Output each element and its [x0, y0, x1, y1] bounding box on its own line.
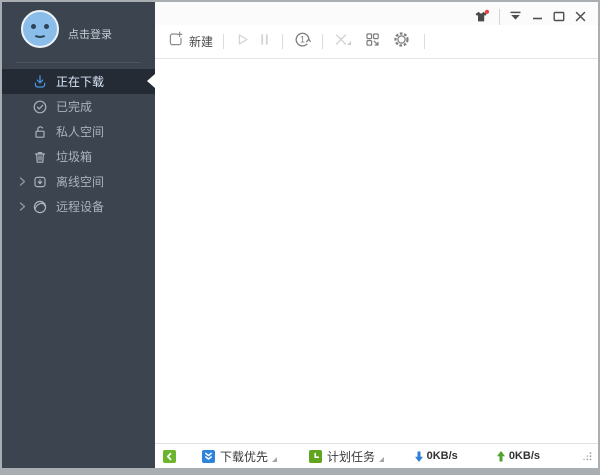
user-avatar[interactable]	[21, 10, 59, 48]
up-arrow-icon	[496, 450, 505, 461]
dropdown-triangle-icon	[379, 457, 385, 462]
upload-speed-value: 0KB/s	[508, 450, 540, 462]
download-priority-label: 下载优先	[220, 449, 269, 464]
start-button[interactable]	[231, 29, 254, 55]
profile-section[interactable]: 点击登录	[2, 2, 155, 62]
once-speedup-icon: 1	[293, 30, 312, 54]
once-speedup-button[interactable]: 1	[290, 28, 315, 56]
login-link[interactable]: 点击登录	[68, 26, 112, 42]
app-window: 点击登录 正在下载 已完成 私人空间 垃圾箱 离线空间 远程设备 新建 1 下载…	[0, 0, 600, 475]
toolbar: 新建 1	[155, 25, 598, 59]
sidebar-item-downloading[interactable]: 正在下载	[2, 69, 155, 94]
delete-button[interactable]	[330, 29, 355, 55]
remote-device-icon	[32, 199, 48, 215]
svg-text:1: 1	[300, 34, 305, 44]
sidebar-divider	[16, 62, 141, 63]
controls-divider	[499, 8, 500, 25]
download-speed-value: 0KB/s	[426, 450, 458, 462]
toolbar-divider	[322, 34, 324, 49]
scheduled-tasks-label: 计划任务	[327, 449, 376, 464]
new-task-icon	[167, 31, 184, 53]
sidebar-item-label: 已完成	[56, 100, 93, 114]
sidebar-item-trash[interactable]: 垃圾箱	[2, 144, 155, 169]
skin-shirt-icon[interactable]	[468, 7, 495, 26]
downloading-icon	[32, 74, 48, 90]
window-controls	[468, 7, 591, 26]
sidebar-item-offline-space[interactable]: 离线空间	[2, 169, 155, 194]
content-area: 新建 1 下载优先 计划任务 0KB/s 0KB/s	[147, 2, 598, 468]
sidebar: 点击登录 正在下载 已完成 私人空间 垃圾箱 离线空间 远程设备	[2, 2, 155, 468]
chevron-placeholder	[19, 102, 32, 111]
toolbar-divider	[424, 34, 426, 49]
trash-icon	[32, 149, 48, 165]
download-list-area[interactable]	[147, 59, 598, 443]
sidebar-item-remote-devices[interactable]: 远程设备	[2, 194, 155, 219]
check-circle-icon	[32, 99, 48, 115]
scheduled-tasks-icon	[309, 449, 323, 463]
avatar-eye	[44, 24, 49, 29]
minimize-icon[interactable]	[527, 9, 548, 24]
upload-speed-indicator: 0KB/s	[496, 450, 540, 462]
titlebar[interactable]	[155, 2, 598, 25]
grid-panel-icon	[364, 31, 381, 53]
avatar-mouth	[33, 29, 47, 38]
download-speed-indicator: 0KB/s	[414, 450, 458, 462]
sidebar-item-label: 垃圾箱	[56, 150, 93, 164]
sidebar-item-private-space[interactable]: 私人空间	[2, 119, 155, 144]
resize-grip[interactable]	[582, 451, 592, 461]
settings-gear-icon	[392, 30, 411, 54]
main-menu-icon[interactable]	[504, 9, 527, 24]
chevron-placeholder	[19, 127, 32, 136]
pause-button[interactable]	[254, 29, 275, 55]
sidebar-item-label: 离线空间	[56, 175, 105, 189]
sidebar-menu: 正在下载 已完成 私人空间 垃圾箱 离线空间 远程设备	[2, 69, 155, 219]
chevron-placeholder	[19, 152, 32, 161]
chevron-right-icon[interactable]	[19, 202, 32, 211]
offline-space-icon	[32, 174, 48, 190]
statusbar: 下载优先 计划任务 0KB/s 0KB/s	[155, 443, 598, 468]
settings-button[interactable]	[389, 28, 414, 56]
collapse-left-icon[interactable]	[163, 449, 176, 463]
new-task-label: 新建	[189, 35, 214, 49]
lock-icon	[32, 124, 48, 140]
toolbar-divider	[223, 34, 225, 49]
active-item-notch	[147, 74, 155, 88]
chevron-right-icon[interactable]	[19, 177, 32, 186]
dropdown-triangle-icon	[272, 457, 278, 462]
new-task-button[interactable]: 新建	[164, 29, 216, 55]
pause-icon	[257, 31, 272, 53]
sidebar-item-label: 私人空间	[56, 125, 105, 139]
scheduled-tasks-selector[interactable]: 计划任务	[309, 448, 385, 465]
sidebar-item-completed[interactable]: 已完成	[2, 94, 155, 119]
download-priority-selector[interactable]: 下载优先	[202, 448, 278, 465]
maximize-icon[interactable]	[548, 9, 570, 24]
delete-icon	[333, 31, 352, 53]
sidebar-item-label: 远程设备	[56, 200, 105, 214]
down-arrow-icon	[414, 451, 423, 462]
toolbar-divider	[282, 34, 284, 49]
close-icon[interactable]	[570, 9, 591, 24]
sidebar-item-label: 正在下载	[56, 75, 105, 89]
chevron-placeholder	[19, 77, 32, 86]
grid-panel-button[interactable]	[361, 29, 384, 55]
start-icon	[234, 31, 251, 53]
avatar-eye	[31, 24, 36, 29]
download-priority-icon	[202, 449, 215, 463]
